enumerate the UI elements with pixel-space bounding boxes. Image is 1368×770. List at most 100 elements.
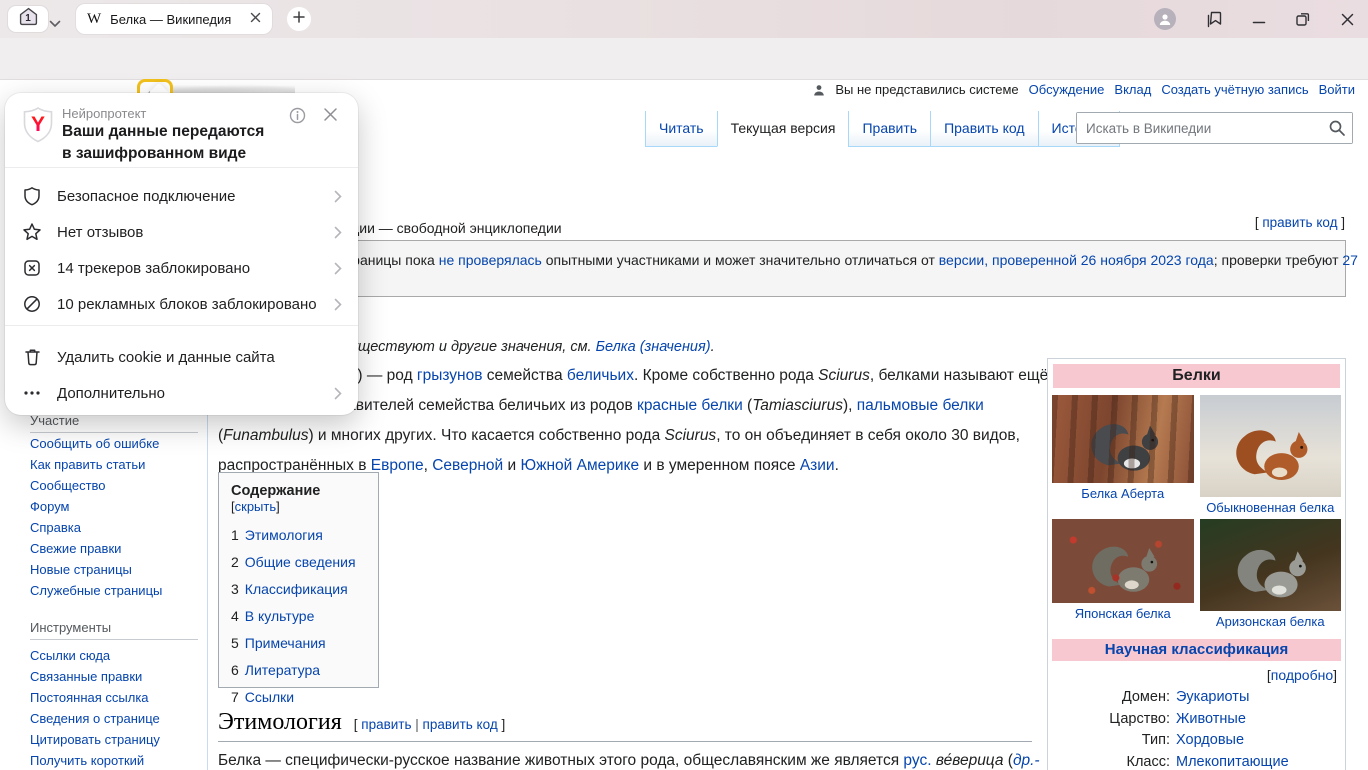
- sidebar-link[interactable]: Форум: [30, 496, 162, 517]
- taxonomy-row: Тип:Хордовые: [1052, 730, 1341, 752]
- minimize-button[interactable]: [1248, 8, 1270, 30]
- tab-close-icon[interactable]: [250, 10, 261, 28]
- image-caption[interactable]: Обыкновенная белка: [1200, 500, 1342, 515]
- section-heading: Этимология [ править | править код ]: [218, 709, 1032, 742]
- toc-link[interactable]: Литература: [245, 662, 320, 678]
- taxonomy-label: Класс:: [1052, 752, 1170, 770]
- popup-close-button[interactable]: [323, 107, 338, 127]
- sidebar-tool-link[interactable]: Получить короткий: [30, 750, 160, 770]
- tab-counter-value: 1: [25, 13, 31, 24]
- sidebar-tool-link[interactable]: Постоянная ссылка: [30, 687, 160, 708]
- sidebar-tool-link[interactable]: Связанные правки: [30, 666, 160, 687]
- popup-info-button[interactable]: [289, 107, 306, 129]
- sidebar-link[interactable]: Сообщество: [30, 475, 162, 496]
- tab-edit-source[interactable]: Править код: [930, 111, 1037, 147]
- menu-item-label: 10 рекламных блоков заблокировано: [57, 296, 334, 313]
- toc-link[interactable]: Ссылки: [245, 689, 294, 705]
- sidebar-tool-link[interactable]: Ссылки сюда: [30, 645, 160, 666]
- sidebar-link[interactable]: Свежие правки: [30, 538, 162, 559]
- squirrel-image-abert[interactable]: [1052, 395, 1194, 483]
- taxonomy-value[interactable]: Эукариоты: [1176, 687, 1249, 709]
- menu-item-label: Безопасное подключение: [57, 188, 334, 205]
- toc-hide-toggle[interactable]: [скрыть]: [231, 499, 280, 514]
- taxonomy-value[interactable]: Хордовые: [1176, 730, 1244, 752]
- toc-link[interactable]: Общие сведения: [245, 554, 356, 570]
- link-talk[interactable]: Обсуждение: [1029, 82, 1105, 97]
- toc-link[interactable]: В культуре: [245, 608, 315, 624]
- tabs-dropdown-chevron-icon[interactable]: [49, 15, 61, 33]
- section-edit-links[interactable]: [ править | править код ]: [354, 717, 505, 732]
- link-contributions[interactable]: Вклад: [1114, 82, 1151, 97]
- close-window-button[interactable]: [1336, 8, 1358, 30]
- squirrel-image-red[interactable]: [1200, 395, 1342, 497]
- sidebar-tool-link[interactable]: Сведения о странице: [30, 708, 160, 729]
- menu-item-adblocks[interactable]: 10 рекламных блоков заблокировано: [5, 286, 358, 322]
- sidebar-link[interactable]: Справка: [30, 517, 162, 538]
- tab-strip: 1 W Белка — Википедия: [0, 0, 1368, 38]
- close-icon: [323, 107, 338, 122]
- image-caption[interactable]: Аризонская белка: [1200, 614, 1342, 629]
- tab-edit[interactable]: Править: [848, 111, 930, 147]
- tab-read[interactable]: Читать: [645, 111, 717, 147]
- toc-link[interactable]: Этимология: [245, 527, 323, 543]
- taxobox-images: Белка Аберта Обыкновенная белка: [1052, 395, 1341, 629]
- link-create-account[interactable]: Создать учётную запись: [1161, 82, 1308, 97]
- chevron-right-icon: [334, 298, 342, 311]
- user-icon: [813, 84, 825, 96]
- toc-hide-link[interactable]: скрыть: [235, 499, 277, 514]
- notice-line-2: правок.: [230, 270, 1334, 290]
- toc-item[interactable]: 1Этимология: [231, 522, 366, 549]
- taxonomy-row: Царство:Животные: [1052, 709, 1341, 731]
- toc-link[interactable]: Примечания: [245, 635, 326, 651]
- menu-item-reviews[interactable]: Нет отзывов: [5, 214, 358, 250]
- sidebar-link[interactable]: Сообщить об ошибке: [30, 433, 162, 454]
- bookmarks-panel-icon: [1205, 10, 1224, 29]
- toc-item[interactable]: 2Общие сведения: [231, 549, 366, 576]
- sidebar-tool-link[interactable]: Цитировать страницу: [30, 729, 160, 750]
- toc-link[interactable]: Классификация: [245, 581, 348, 597]
- details-link[interactable]: [подробно]: [1052, 667, 1337, 683]
- edit-section-link[interactable]: [ править код ]: [1255, 215, 1345, 230]
- tab-current-version[interactable]: Текущая версия: [717, 111, 849, 147]
- restore-button[interactable]: [1292, 8, 1314, 30]
- taxonomy-label: Домен:: [1052, 687, 1170, 709]
- chevron-right-icon: [334, 226, 342, 239]
- taxonomy-value[interactable]: Млекопитающие: [1176, 752, 1289, 770]
- toc-item[interactable]: 3Классификация: [231, 576, 366, 603]
- squirrel-image-japanese[interactable]: [1052, 519, 1194, 603]
- image-caption[interactable]: Белка Аберта: [1052, 486, 1194, 501]
- image-cell: Обыкновенная белка: [1200, 395, 1342, 515]
- toc-item[interactable]: 6 Литература: [231, 657, 366, 684]
- new-tab-button[interactable]: [287, 7, 311, 31]
- etymology-heading: Этимология: [218, 709, 342, 736]
- sci-classification-header[interactable]: Научная классификация: [1052, 639, 1341, 661]
- menu-item-label: Удалить cookie и данные сайта: [57, 349, 342, 366]
- toc-item[interactable]: 7Ссылки: [231, 684, 366, 711]
- search-icon[interactable]: [1328, 119, 1346, 142]
- link-login[interactable]: Войти: [1319, 82, 1355, 97]
- taxonomy-row: Класс: Млекопитающие: [1052, 752, 1341, 770]
- details-link-text[interactable]: подробно: [1271, 667, 1333, 683]
- yandex-protect-logo-icon: Y: [21, 106, 55, 149]
- sidebar-link[interactable]: Новые страницы: [30, 559, 162, 580]
- menu-item-more[interactable]: Дополнительно: [5, 375, 358, 411]
- menu-item-secure-connection[interactable]: Безопасное подключение: [5, 178, 358, 214]
- sidebar-link[interactable]: Как править статьи: [30, 454, 162, 475]
- toc-item[interactable]: 5Примечания: [231, 630, 366, 657]
- sidebar-link[interactable]: Служебные страницы: [30, 580, 162, 601]
- search-input[interactable]: [1077, 113, 1352, 143]
- profile-avatar[interactable]: [1154, 8, 1176, 30]
- toc-item[interactable]: 4В культуре: [231, 603, 366, 630]
- toc-num: 6: [231, 662, 239, 678]
- squirrel-image-arizona[interactable]: [1200, 519, 1342, 611]
- side-panel-button[interactable]: [1203, 8, 1225, 30]
- adblock-icon: [21, 294, 43, 314]
- browser-tab[interactable]: W Белка — Википедия: [76, 4, 272, 34]
- image-caption[interactable]: Японская белка: [1052, 606, 1194, 621]
- menu-item-trackers[interactable]: 14 трекеров заблокировано: [5, 250, 358, 286]
- sidebar-links: Сообщить об ошибке Как править статьи Со…: [30, 433, 162, 601]
- taxonomy-value[interactable]: Животные: [1176, 709, 1246, 731]
- menu-item-clear-cookies[interactable]: Удалить cookie и данные сайта: [5, 339, 358, 375]
- tab-counter-button[interactable]: 1: [8, 6, 48, 32]
- wiki-search: [1076, 112, 1353, 144]
